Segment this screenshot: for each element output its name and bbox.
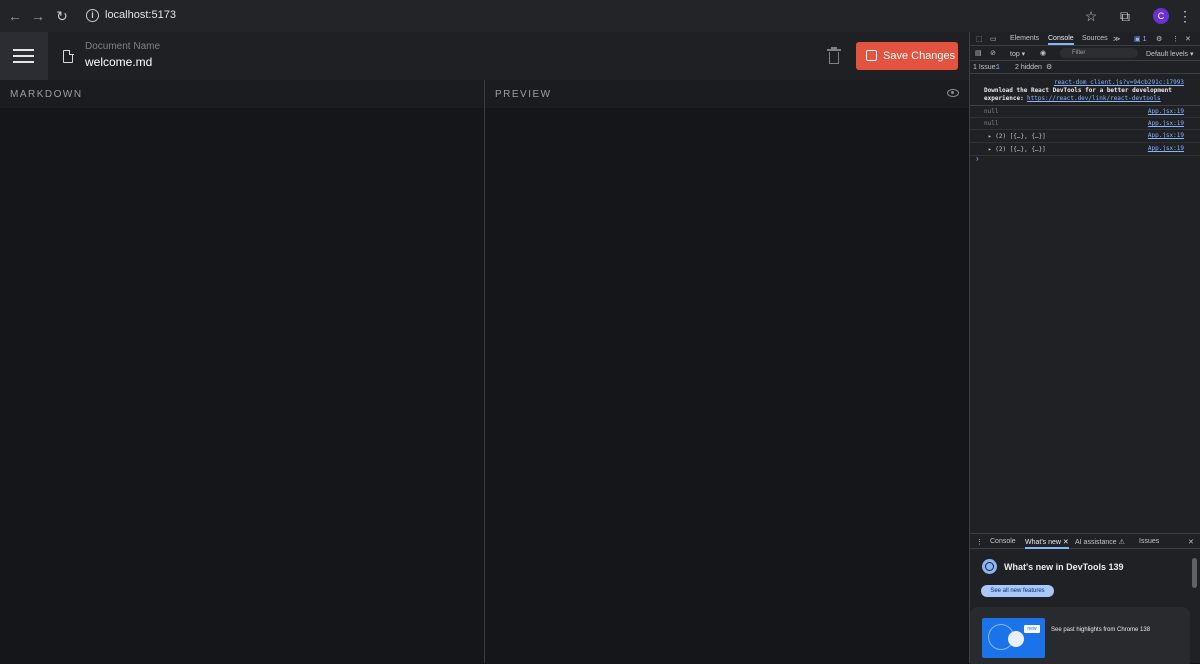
issues-count[interactable]: 1 <box>996 64 1000 71</box>
tab-elements[interactable]: Elements <box>1010 35 1039 42</box>
save-changes-label: Save Changes <box>883 50 956 62</box>
hidden-messages-label: 2 hidden <box>1015 64 1042 71</box>
context-selector[interactable]: top ▾ <box>1010 50 1025 58</box>
console-message-row[interactable]: ▸ (2) [{…}, {…}] App.jsx:19 <box>970 143 1200 156</box>
console-source-link[interactable]: App.jsx:19 <box>1148 120 1184 127</box>
delete-document-icon[interactable] <box>826 47 842 65</box>
address-bar[interactable]: i localhost:5173 <box>80 4 1100 28</box>
console-toolbar: ▤ ⊘ top ▾ ◉ Filter Default levels ▾ <box>970 46 1200 61</box>
drawer-scrollbar[interactable] <box>1192 558 1197 588</box>
chrome-devtools-logo-icon <box>982 559 997 574</box>
console-filter-input[interactable]: Filter <box>1060 48 1138 58</box>
save-changes-button[interactable]: Save Changes <box>856 42 958 70</box>
console-source-link[interactable]: App.jsx:19 <box>1148 132 1184 139</box>
drawer-menu-icon[interactable]: ⋮ <box>976 538 983 546</box>
markdown-pane-title: MARKDOWN <box>10 89 83 100</box>
devtools-menu-icon[interactable]: ⋮ <box>1172 35 1179 43</box>
whats-new-title: What's new in DevTools 139 <box>1004 562 1124 572</box>
highlights-video-thumbnail[interactable]: new <box>982 618 1045 658</box>
inspect-element-icon[interactable]: ⬚ <box>976 35 983 43</box>
issue-counter-value: 1 <box>1142 36 1147 43</box>
console-message-text: null <box>984 108 999 115</box>
console-prompt[interactable]: › <box>976 154 979 163</box>
document-name-input[interactable]: welcome.md <box>85 55 152 69</box>
toggle-preview-eye-icon[interactable] <box>947 89 959 97</box>
console-expandable-array[interactable]: ▸ (2) [{…}, {…}] <box>988 146 1046 153</box>
console-message-row: null App.jsx:19 <box>970 118 1200 130</box>
highlights-card[interactable]: new See past highlights from Chrome 138 <box>970 607 1190 664</box>
clear-console-icon[interactable]: ⊘ <box>990 49 996 57</box>
bookmark-star-icon[interactable]: ☆ <box>1082 7 1100 25</box>
forward-icon[interactable]: → <box>29 7 47 25</box>
devtools-tab-bar: ⬚ ▭ Elements Console Sources ≫ ▣ 1 ⚙ ⋮ ✕ <box>970 32 1200 46</box>
hamburger-menu-button[interactable] <box>0 32 48 80</box>
play-icon <box>1008 631 1024 647</box>
preview-pane-title: PREVIEW <box>495 89 552 100</box>
drawer-tab-ai-assistance-label: AI assistance <box>1075 539 1117 546</box>
tab-console[interactable]: Console <box>1048 35 1074 45</box>
drawer-tab-console[interactable]: Console <box>990 538 1016 545</box>
console-message-text: null <box>984 120 999 127</box>
highlights-card-text: See past highlights from Chrome 138 <box>1051 627 1151 633</box>
document-name-label: Document Name <box>85 41 161 52</box>
site-info-icon[interactable]: i <box>86 9 99 22</box>
hamburger-line <box>13 49 34 51</box>
markdown-editor-textarea[interactable] <box>0 108 484 663</box>
drawer-tab-whats-new-label: What's new <box>1025 539 1061 546</box>
device-toolbar-icon[interactable]: ▭ <box>990 35 997 43</box>
app-header: Document Name welcome.md Save Changes <box>0 32 969 80</box>
console-message-row[interactable]: ▸ (2) [{…}, {…}] App.jsx:19 <box>970 130 1200 143</box>
drawer-tab-issues[interactable]: Issues <box>1139 538 1159 545</box>
browser-toolbar: ← → ↻ i localhost:5173 ☆ ⧉ C ⋮ <box>0 0 1200 32</box>
hamburger-line <box>13 55 34 57</box>
profile-avatar[interactable]: C <box>1153 8 1169 24</box>
live-expression-eye-icon[interactable]: ◉ <box>1040 49 1046 57</box>
log-levels-dropdown[interactable]: Default levels ▾ <box>1146 50 1193 58</box>
tab-sources[interactable]: Sources <box>1082 35 1108 42</box>
console-message-text: experience: <box>984 95 1024 102</box>
close-tab-icon[interactable]: ✕ <box>1063 539 1069 546</box>
drawer-close-icon[interactable]: ✕ <box>1188 538 1194 546</box>
markdown-editor-app: Document Name welcome.md Save Changes MA… <box>0 32 969 663</box>
document-icon <box>63 49 74 63</box>
console-source-link[interactable]: react-dom_client.js?v=94cb291c:17993 <box>1054 79 1184 86</box>
drawer-tab-ai-assistance[interactable]: AI assistance ⚠ <box>1075 538 1125 546</box>
console-message-text: Download the React DevTools for a better… <box>984 87 1172 94</box>
hamburger-line <box>13 61 34 63</box>
see-all-features-button[interactable]: See all new features <box>981 585 1054 597</box>
console-message-row: null App.jsx:19 <box>970 106 1200 118</box>
react-devtools-link[interactable]: https://react.dev/link/react-devtools <box>1027 95 1161 102</box>
save-icon <box>866 50 877 61</box>
issues-bar: 1 Issue: 1 2 hidden ⚙ <box>970 61 1200 74</box>
devtools-drawer: ⋮ Console What's new ✕ AI assistance ⚠ I… <box>970 533 1200 664</box>
new-badge: new <box>1024 625 1040 633</box>
issues-label[interactable]: 1 Issue: <box>973 64 998 71</box>
preview-pane-header: PREVIEW <box>485 80 969 108</box>
address-url[interactable]: localhost:5173 <box>105 9 176 21</box>
drawer-tab-bar: ⋮ Console What's new ✕ AI assistance ⚠ I… <box>970 534 1200 549</box>
console-message-row: react-dom_client.js?v=94cb291c:17993 Dow… <box>970 77 1200 106</box>
devtools-panel: ⬚ ▭ Elements Console Sources ≫ ▣ 1 ⚙ ⋮ ✕… <box>969 32 1200 664</box>
devtools-close-icon[interactable]: ✕ <box>1185 35 1191 43</box>
more-tabs-icon[interactable]: ≫ <box>1113 35 1120 43</box>
preview-panel <box>485 108 969 663</box>
console-settings-gear-icon[interactable]: ⚙ <box>1046 63 1052 71</box>
reload-icon[interactable]: ↻ <box>53 7 71 25</box>
extensions-icon[interactable]: ⧉ <box>1116 7 1134 25</box>
trash-lid <box>827 49 841 51</box>
warning-icon: ⚠ <box>1118 539 1125 546</box>
console-sidebar-icon[interactable]: ▤ <box>975 49 982 57</box>
trash-can <box>829 52 839 64</box>
browser-menu-icon[interactable]: ⋮ <box>1176 7 1194 25</box>
back-icon[interactable]: ← <box>6 7 24 25</box>
issue-counter-badge[interactable]: ▣ 1 <box>1134 35 1146 43</box>
console-source-link[interactable]: App.jsx:19 <box>1148 108 1184 115</box>
console-source-link[interactable]: App.jsx:19 <box>1148 145 1184 152</box>
console-expandable-array[interactable]: ▸ (2) [{…}, {…}] <box>988 133 1046 140</box>
markdown-pane-header: MARKDOWN <box>0 80 484 108</box>
devtools-settings-icon[interactable]: ⚙ <box>1156 35 1162 43</box>
drawer-tab-whats-new[interactable]: What's new ✕ <box>1025 538 1069 549</box>
